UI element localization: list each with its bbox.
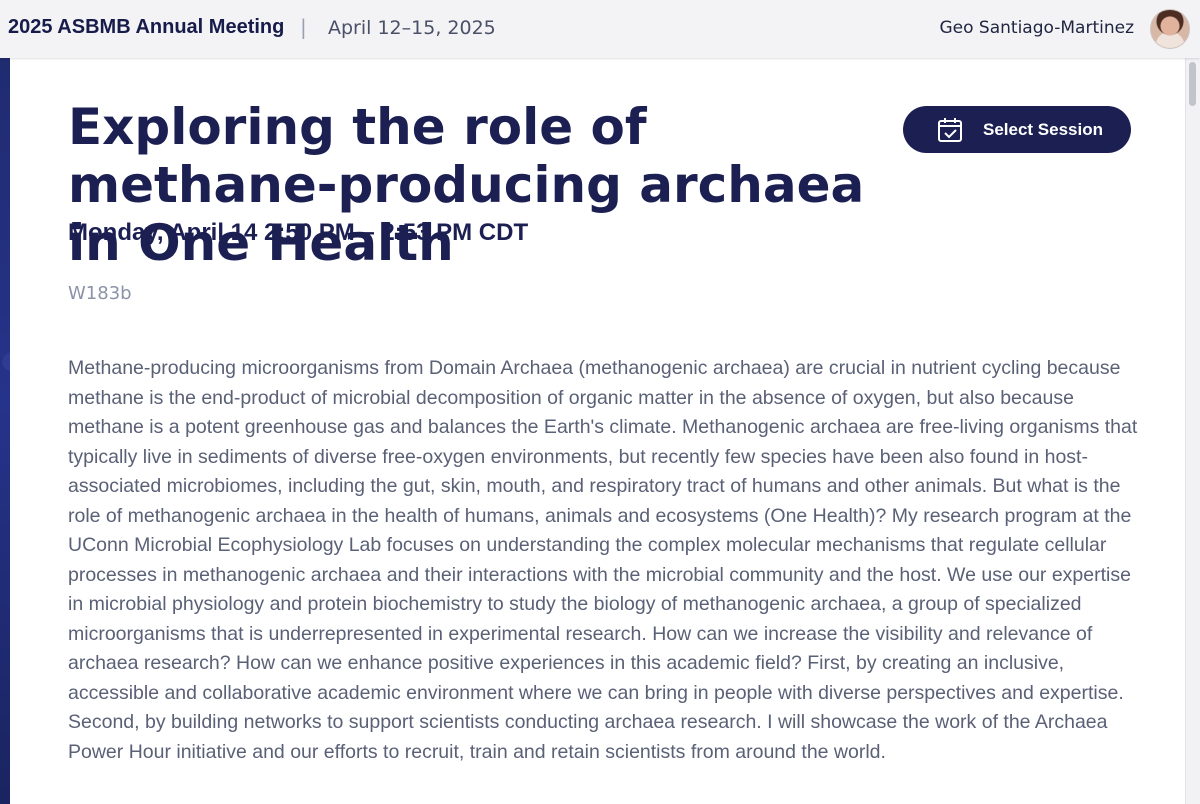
session-datetime: Monday, April 14 2:50 PM – 2:53 PM CDT <box>68 219 529 246</box>
header-separator: | <box>300 15 307 39</box>
select-session-button[interactable]: Select Session <box>903 106 1131 153</box>
select-session-label: Select Session <box>983 119 1104 139</box>
user-name[interactable]: Geo Santiago-Martinez <box>940 18 1135 38</box>
scrollbar-thumb[interactable] <box>1189 62 1196 106</box>
session-abstract: Methane-producing microorganisms from Do… <box>68 357 1138 763</box>
meeting-dates: April 12–15, 2025 <box>328 17 496 39</box>
calendar-check-icon <box>937 117 963 143</box>
poster-id: W183b <box>68 283 132 304</box>
scrollbar[interactable] <box>1185 58 1200 804</box>
meeting-name[interactable]: 2025 ASBMB Annual Meeting <box>8 16 284 39</box>
user-avatar[interactable] <box>1150 9 1190 49</box>
top-bar: 2025 ASBMB Annual Meeting | April 12–15,… <box>0 0 1200 58</box>
